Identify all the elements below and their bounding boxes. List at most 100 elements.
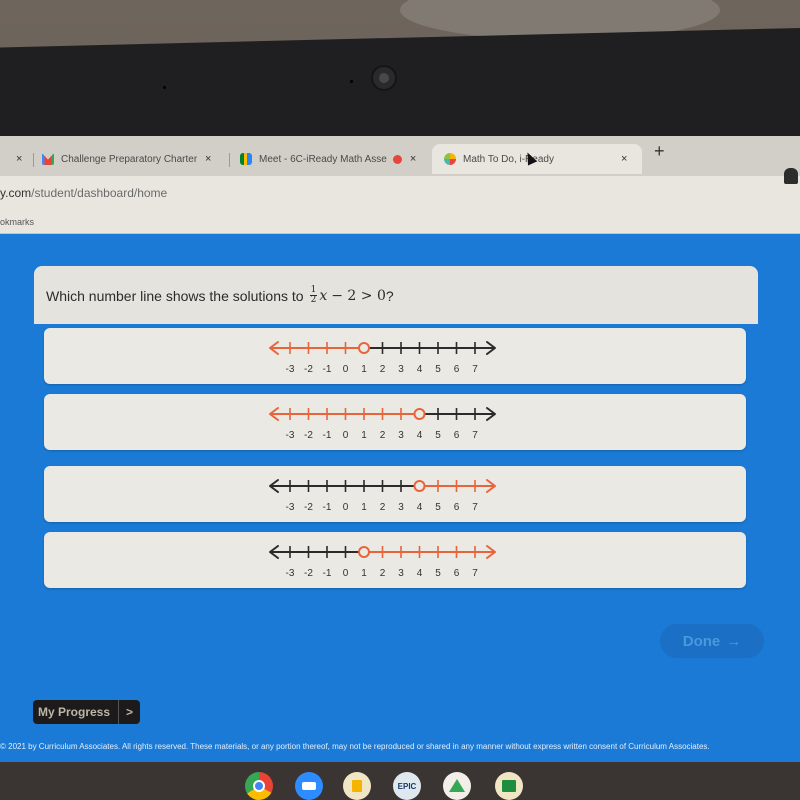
number-line-3: -3 -2 -1 0 1 2 3 4 5 6 7 xyxy=(269,479,496,513)
url-text[interactable]: y.com/student/dashboard/home xyxy=(0,186,167,200)
sensor-dot xyxy=(163,86,166,89)
open-circle-point xyxy=(413,480,426,492)
photo-of-screen: × Challenge Preparatory Charter S × Meet… xyxy=(0,0,800,800)
tick-label: 2 xyxy=(380,430,386,441)
google-classroom-icon[interactable] xyxy=(495,772,523,800)
tick-label: 5 xyxy=(435,502,441,513)
my-progress-label: My Progress xyxy=(38,705,111,719)
tab-title: Meet - 6C-iReady Math Asse xyxy=(259,153,387,165)
fraction-denominator: 2 xyxy=(310,295,317,305)
tick-label: -1 xyxy=(323,430,332,441)
tick-label: 7 xyxy=(472,568,478,579)
tick-label: -1 xyxy=(323,568,332,579)
my-progress-button[interactable]: My Progress > xyxy=(33,700,141,724)
google-slides-icon[interactable] xyxy=(343,772,371,800)
number-line-4: -3 -2 -1 0 1 2 3 4 5 6 7 xyxy=(269,545,496,579)
answer-choice-1[interactable]: -3 -2 -1 0 1 2 3 4 5 6 7 xyxy=(44,328,746,384)
tick-label: 0 xyxy=(343,430,349,441)
close-icon[interactable]: × xyxy=(16,153,22,165)
tick-label: -2 xyxy=(304,364,313,375)
address-bar[interactable]: y.com/student/dashboard/home xyxy=(0,176,800,212)
tick-label: 4 xyxy=(417,568,423,579)
done-label: Done xyxy=(682,632,721,650)
number-line-2: -3 -2 -1 0 1 2 3 4 5 6 7 xyxy=(269,407,496,441)
tick-label: 0 xyxy=(343,364,349,375)
tab-gmail[interactable]: Challenge Preparatory Charter S × xyxy=(42,144,211,174)
iready-icon xyxy=(444,153,456,165)
tick-label: 1 xyxy=(361,568,367,579)
question-card: Which number line shows the solutions to… xyxy=(34,266,758,324)
recording-icon xyxy=(392,154,402,164)
close-icon[interactable]: × xyxy=(621,153,627,165)
question-mark: ? xyxy=(385,287,394,304)
bookmarks-label: okmarks xyxy=(0,217,35,227)
tab-divider xyxy=(33,153,34,167)
tick-label: 0 xyxy=(343,568,349,579)
tick-label: 1 xyxy=(361,364,367,375)
tick-label: 0 xyxy=(343,502,349,513)
tick-label: 4 xyxy=(417,430,423,441)
tick-label: -3 xyxy=(286,430,295,441)
epic-icon[interactable]: EPIC xyxy=(393,772,421,800)
tick-label: 7 xyxy=(472,364,478,375)
tick-label: 3 xyxy=(398,364,404,375)
tick-label: -2 xyxy=(304,568,313,579)
tick-label: 4 xyxy=(417,364,423,375)
tick-label: 5 xyxy=(435,568,441,579)
laptop-screen: × Challenge Preparatory Charter S × Meet… xyxy=(0,136,800,800)
tab-divider xyxy=(229,153,230,167)
tick-label: -1 xyxy=(323,364,332,375)
tick-label: 6 xyxy=(454,364,460,375)
new-tab-button[interactable]: + xyxy=(654,141,665,162)
chevron-right-icon: > xyxy=(118,700,140,724)
fraction: 1 2 xyxy=(309,286,318,305)
copyright-text: © 2021 by Curriculum Associates. All rig… xyxy=(0,742,710,751)
open-circle-point xyxy=(358,546,370,558)
expression-rest: − 2 > 0 xyxy=(331,287,386,304)
question-text: Which number line shows the solutions to… xyxy=(46,286,394,305)
number-line-1: -3 -2 -1 0 1 2 3 4 5 6 7 xyxy=(269,341,496,375)
iready-page: Which number line shows the solutions to… xyxy=(0,234,800,762)
tick-label: -1 xyxy=(323,502,332,513)
question-prompt: Which number line shows the solutions to xyxy=(46,287,304,304)
tick-label: -3 xyxy=(286,364,295,375)
tick-label: 5 xyxy=(435,430,441,441)
tick-label: 6 xyxy=(454,430,460,441)
webcam-icon xyxy=(371,65,397,91)
tick-label: 7 xyxy=(472,430,478,441)
inequality-expression: 1 2 x − 2 > 0 xyxy=(309,286,386,305)
close-icon[interactable]: × xyxy=(410,153,416,165)
bookmarks-bar: okmarks xyxy=(0,212,800,234)
tick-label: 3 xyxy=(398,430,404,441)
arrow-right-icon: → xyxy=(726,632,742,650)
os-shelf: EPIC xyxy=(0,762,800,800)
url-path: /student/dashboard/home xyxy=(31,186,168,200)
tick-label: 4 xyxy=(417,502,423,513)
tick-label: 1 xyxy=(361,430,367,441)
chrome-icon[interactable] xyxy=(245,772,273,800)
tick-label: 2 xyxy=(380,364,386,375)
tick-label: 7 xyxy=(472,502,478,513)
tick-label: 1 xyxy=(361,502,367,513)
tab-meet[interactable]: Meet - 6C-iReady Math Asse × xyxy=(240,144,416,174)
tick-label: 6 xyxy=(454,502,460,513)
answer-choice-4[interactable]: -3 -2 -1 0 1 2 3 4 5 6 7 xyxy=(44,532,746,588)
answer-choice-2[interactable]: -3 -2 -1 0 1 2 3 4 5 6 7 xyxy=(44,394,746,450)
answer-choice-3[interactable]: -3 -2 -1 0 1 2 3 4 5 6 7 xyxy=(44,466,746,522)
google-drive-icon[interactable] xyxy=(443,772,471,800)
tab-iready[interactable]: Math To Do, i-Ready × xyxy=(432,144,642,174)
done-button[interactable]: Done → xyxy=(660,624,764,658)
tick-label: -2 xyxy=(304,430,313,441)
tick-label: 3 xyxy=(398,568,404,579)
zoom-icon[interactable] xyxy=(295,772,323,800)
tab-partial[interactable]: × xyxy=(8,144,22,174)
tick-label: -3 xyxy=(286,568,295,579)
tab-title: Math To Do, i-Ready xyxy=(463,153,554,165)
tab-title: Challenge Preparatory Charter S xyxy=(61,153,197,165)
close-icon[interactable]: × xyxy=(205,153,211,165)
google-meet-icon xyxy=(240,153,252,165)
variable: x xyxy=(319,287,328,304)
tick-label: 2 xyxy=(380,502,386,513)
extension-icon[interactable] xyxy=(784,168,798,184)
tick-label: 5 xyxy=(435,364,441,375)
